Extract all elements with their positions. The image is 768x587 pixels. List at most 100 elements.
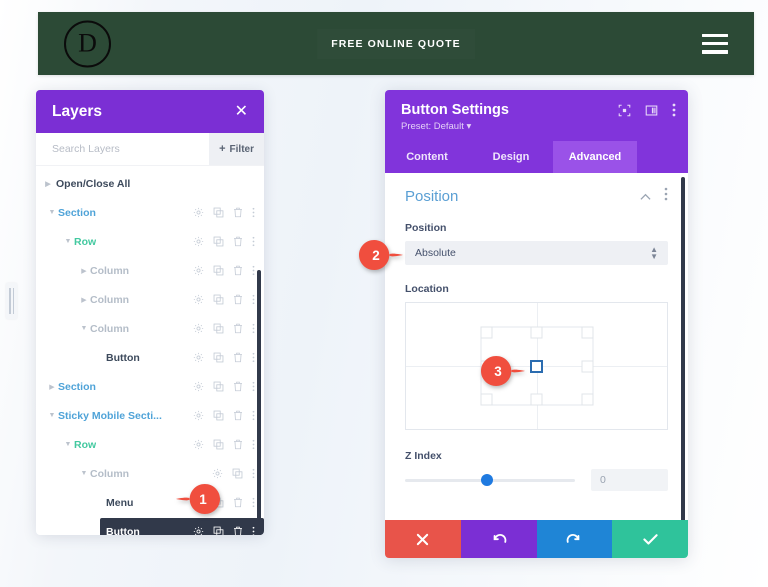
location-picker[interactable] — [405, 302, 668, 430]
gear-icon[interactable] — [193, 410, 204, 421]
gear-icon[interactable] — [193, 323, 204, 334]
trash-icon[interactable] — [233, 381, 243, 392]
location-handle-bottom-left[interactable] — [480, 393, 492, 406]
chevron-down-icon[interactable]: ▼ — [78, 470, 90, 477]
chevron-down-icon[interactable]: ▼ — [46, 412, 58, 419]
location-handle-middle-right[interactable] — [581, 360, 593, 372]
preset-selector[interactable]: Preset: Default ▾ — [401, 121, 672, 132]
position-select[interactable]: Absolute ▲ ▼ — [405, 241, 668, 265]
settings-scrollbar[interactable] — [681, 177, 685, 520]
trash-icon[interactable] — [233, 497, 243, 508]
layer-row-column-3[interactable]: ▶ Column — [36, 286, 264, 313]
gear-icon[interactable] — [193, 236, 204, 247]
trash-icon[interactable] — [233, 294, 243, 305]
chevron-right-icon[interactable]: ▶ — [78, 296, 90, 304]
divi-logo-icon[interactable]: D — [64, 20, 111, 67]
duplicate-icon[interactable] — [213, 352, 224, 363]
more-icon[interactable] — [252, 526, 255, 535]
zindex-slider-knob[interactable] — [480, 474, 493, 486]
open-close-all-row[interactable]: ▶ Open/Close All — [36, 170, 264, 197]
duplicate-icon[interactable] — [213, 265, 224, 276]
cancel-button[interactable] — [385, 520, 461, 558]
layer-row-section-6[interactable]: ▶ Section — [36, 373, 264, 400]
chevron-right-icon[interactable]: ▶ — [42, 180, 54, 188]
layer-row-column-2[interactable]: ▶ Column — [36, 257, 264, 284]
trash-icon[interactable] — [233, 352, 243, 363]
chevron-down-icon[interactable]: ▼ — [78, 325, 90, 332]
gear-icon[interactable] — [193, 526, 204, 535]
gear-icon[interactable] — [193, 294, 204, 305]
chevron-down-icon[interactable]: ▼ — [46, 209, 58, 216]
gear-icon[interactable] — [193, 439, 204, 450]
save-button[interactable] — [612, 520, 688, 558]
hamburger-menu-icon[interactable] — [702, 33, 728, 54]
chevron-down-icon[interactable]: ▼ — [62, 238, 74, 245]
duplicate-icon[interactable] — [213, 323, 224, 334]
duplicate-icon[interactable] — [213, 439, 224, 450]
trash-icon[interactable] — [233, 439, 243, 450]
location-handle-center[interactable] — [530, 359, 543, 373]
chevron-right-icon[interactable]: ▶ — [78, 267, 90, 275]
tab-advanced[interactable]: Advanced — [553, 141, 637, 173]
duplicate-icon[interactable] — [213, 236, 224, 247]
more-icon[interactable] — [672, 103, 676, 117]
location-handle-top-right[interactable] — [581, 326, 593, 339]
layer-row-row-1[interactable]: ▼ Row — [36, 228, 264, 255]
gear-icon[interactable] — [212, 468, 223, 479]
layer-row-row-8[interactable]: ▼ Row — [36, 431, 264, 458]
panel-drag-handle[interactable] — [6, 283, 17, 319]
more-icon[interactable] — [252, 352, 255, 363]
layer-row-section-0[interactable]: ▼ Section — [36, 199, 264, 226]
chevron-down-icon[interactable]: ▼ — [62, 441, 74, 448]
zindex-input[interactable]: 0 — [591, 469, 668, 491]
more-icon[interactable] — [252, 207, 255, 218]
panel-layout-icon[interactable] — [645, 104, 658, 117]
chevron-up-icon[interactable] — [640, 188, 651, 206]
layer-row-module-11[interactable]: Button — [36, 518, 264, 535]
more-icon[interactable] — [252, 381, 255, 392]
layers-scrollbar[interactable] — [257, 270, 261, 535]
trash-icon[interactable] — [233, 526, 243, 535]
gear-icon[interactable] — [193, 207, 204, 218]
tab-content[interactable]: Content — [385, 141, 469, 173]
chevron-right-icon[interactable]: ▶ — [46, 383, 58, 391]
tab-design[interactable]: Design — [469, 141, 553, 173]
more-icon[interactable] — [252, 236, 255, 247]
location-handle-bottom-right[interactable] — [581, 393, 593, 406]
duplicate-icon[interactable] — [213, 381, 224, 392]
search-input[interactable]: Search Layers — [52, 143, 120, 155]
free-online-quote-button[interactable]: FREE ONLINE QUOTE — [317, 29, 475, 59]
close-icon[interactable]: ✕ — [235, 103, 248, 120]
duplicate-icon[interactable] — [213, 207, 224, 218]
redo-button[interactable] — [536, 520, 613, 558]
layer-row-module-10[interactable]: Menu — [36, 489, 264, 516]
gear-icon[interactable] — [193, 352, 204, 363]
location-handle-top-left[interactable] — [480, 326, 492, 339]
trash-icon[interactable] — [233, 410, 243, 421]
duplicate-icon[interactable] — [213, 294, 224, 305]
filter-button[interactable]: + Filter — [209, 133, 264, 165]
trash-icon[interactable] — [233, 207, 243, 218]
more-icon[interactable] — [252, 497, 255, 508]
more-icon[interactable] — [252, 323, 255, 334]
duplicate-icon[interactable] — [213, 410, 224, 421]
location-handle-bottom-center[interactable] — [530, 393, 543, 406]
trash-icon[interactable] — [233, 323, 243, 334]
focus-icon[interactable] — [618, 104, 631, 117]
more-icon[interactable] — [252, 439, 255, 450]
trash-icon[interactable] — [233, 265, 243, 276]
undo-button[interactable] — [460, 520, 537, 558]
layer-row-module-5[interactable]: Button — [36, 344, 264, 371]
location-handle-top-center[interactable] — [530, 326, 543, 339]
duplicate-icon[interactable] — [232, 468, 243, 479]
gear-icon[interactable] — [193, 381, 204, 392]
duplicate-icon[interactable] — [213, 526, 224, 535]
trash-icon[interactable] — [233, 236, 243, 247]
more-icon[interactable] — [252, 468, 255, 479]
more-icon[interactable] — [664, 187, 668, 206]
more-icon[interactable] — [252, 265, 255, 276]
layer-row-column-4[interactable]: ▼ Column — [36, 315, 264, 342]
layer-row-section-7[interactable]: ▼ Sticky Mobile Secti... — [36, 402, 264, 429]
layer-row-column-9[interactable]: ▼ Column — [36, 460, 264, 487]
zindex-slider[interactable] — [405, 473, 575, 487]
